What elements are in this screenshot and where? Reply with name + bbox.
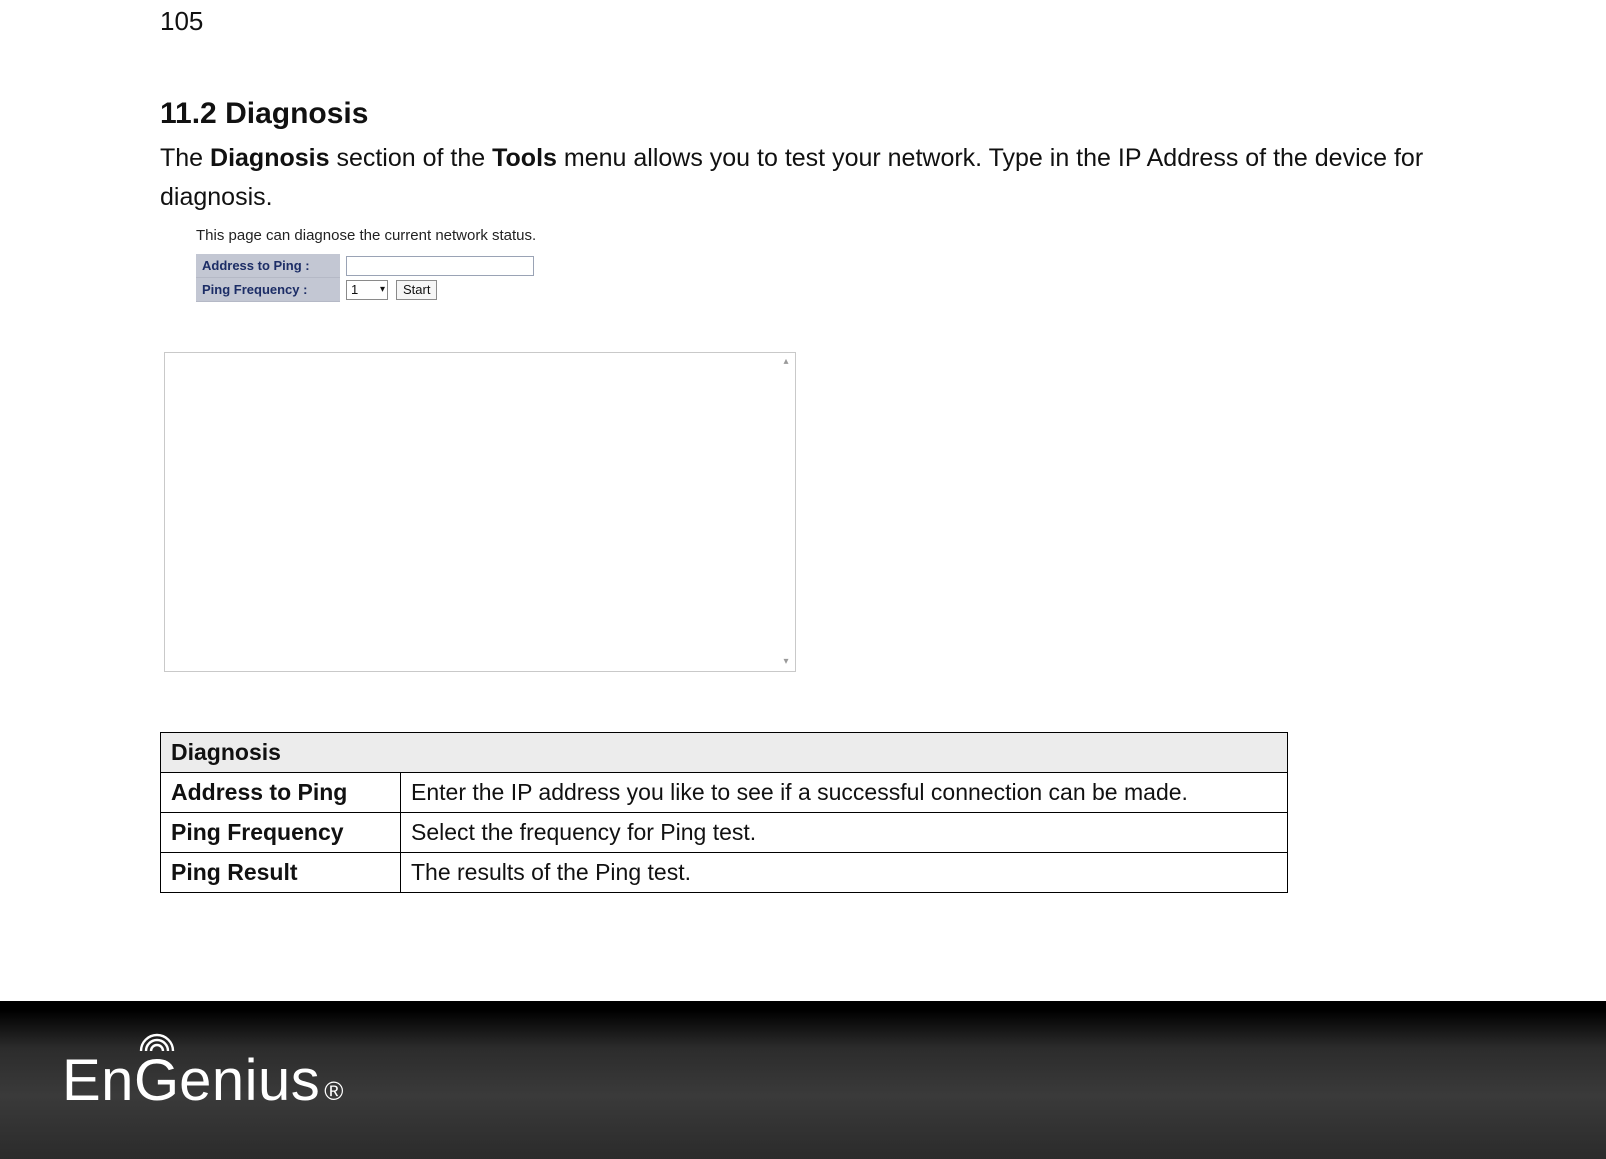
def-label: Ping Result: [161, 852, 401, 892]
def-label: Address to Ping: [161, 772, 401, 812]
intro-text: section of the: [330, 144, 493, 172]
start-button[interactable]: Start: [396, 280, 437, 300]
diagnosis-note: This page can diagnose the current netwo…: [160, 225, 796, 254]
ping-result-output[interactable]: ▴ ▾: [164, 352, 796, 672]
def-desc: The results of the Ping test.: [401, 852, 1288, 892]
page-number: 105: [160, 0, 1446, 37]
wifi-waves-icon: [137, 1031, 177, 1053]
intro-bold-tools: Tools: [492, 144, 557, 172]
row-address-to-ping: Address to Ping :: [196, 254, 816, 278]
logo-text-g: G: [134, 1047, 179, 1114]
ping-frequency-value: 1: [351, 282, 358, 297]
diagnosis-form-screenshot: This page can diagnose the current netwo…: [160, 225, 796, 672]
ping-frequency-select[interactable]: 1 ▾: [346, 280, 388, 300]
def-table-header: Diagnosis: [161, 732, 1288, 772]
intro-bold-diagnosis: Diagnosis: [210, 144, 329, 172]
registered-trademark-icon: ®: [324, 1076, 343, 1107]
table-row: Ping Frequency Select the frequency for …: [161, 812, 1288, 852]
chevron-down-icon: ▾: [380, 285, 387, 295]
logo-text-enius: enius: [179, 1047, 320, 1114]
table-row: Ping Result The results of the Ping test…: [161, 852, 1288, 892]
intro-text: The: [160, 144, 210, 172]
label-ping-frequency: Ping Frequency :: [196, 278, 340, 302]
logo-text-en: En: [62, 1047, 134, 1114]
row-ping-frequency: Ping Frequency : 1 ▾ Start: [196, 278, 816, 302]
table-row: Address to Ping Enter the IP address you…: [161, 772, 1288, 812]
scroll-up-icon: ▴: [779, 355, 793, 369]
def-desc: Enter the IP address you like to see if …: [401, 772, 1288, 812]
page-footer: En G enius®: [0, 1001, 1606, 1159]
engenius-logo: En G enius®: [62, 1047, 343, 1114]
label-address-to-ping: Address to Ping :: [196, 254, 340, 278]
section-heading: 11.2 Diagnosis: [160, 97, 1446, 131]
intro-paragraph: The Diagnosis section of the Tools menu …: [160, 139, 1446, 217]
scroll-down-icon: ▾: [779, 655, 793, 669]
address-to-ping-input[interactable]: [346, 256, 534, 276]
def-label: Ping Frequency: [161, 812, 401, 852]
def-desc: Select the frequency for Ping test.: [401, 812, 1288, 852]
diagnosis-definitions-table: Diagnosis Address to Ping Enter the IP a…: [160, 732, 1288, 893]
